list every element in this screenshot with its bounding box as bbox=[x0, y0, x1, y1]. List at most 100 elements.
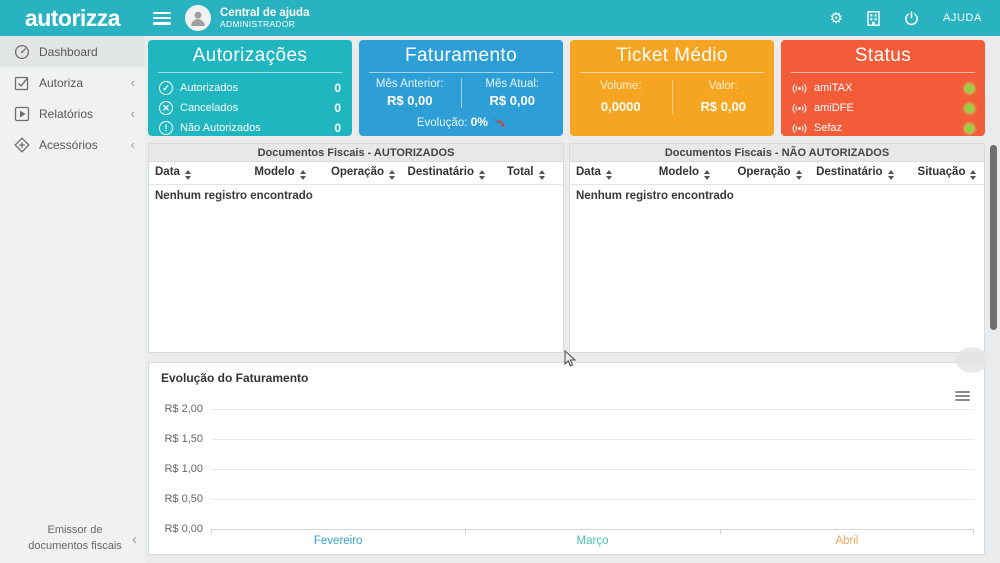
mes-atual: Mês Atual: R$ 0,00 bbox=[461, 78, 564, 108]
xtick-fevereiro: Fevereiro bbox=[211, 535, 465, 547]
chevron-left-icon: ‹ bbox=[131, 137, 135, 152]
building-icon[interactable] bbox=[867, 11, 880, 26]
sort-icon bbox=[300, 170, 306, 180]
ytick: R$ 1,00 bbox=[159, 462, 203, 476]
floating-button bbox=[956, 347, 988, 373]
table-authorized: Documentos Fiscais - AUTORIZADOS Data Mo… bbox=[148, 143, 564, 353]
main-content: Autorizações ✓ Autorizados 0 ✕ Cancelado… bbox=[145, 36, 988, 563]
sidebar-collapse[interactable]: Emissor de documentos fiscais ‹ bbox=[0, 523, 145, 555]
sidebar-item-acessorios[interactable]: Acessórios ‹ bbox=[0, 129, 145, 160]
col-data[interactable]: Data bbox=[149, 162, 248, 185]
ytick: R$ 0,50 bbox=[159, 492, 203, 506]
help-center-label: Central de ajuda bbox=[220, 7, 309, 20]
chevron-left-icon: ‹ bbox=[131, 106, 135, 121]
x-circle-icon: ✕ bbox=[159, 101, 173, 115]
gauge-icon bbox=[13, 43, 30, 60]
sort-icon bbox=[970, 170, 976, 180]
trend-down-icon bbox=[494, 118, 505, 127]
autorizados-row: ✓ Autorizados 0 bbox=[148, 78, 352, 98]
user-info[interactable]: Central de ajuda ADMINISTRADOR bbox=[220, 7, 309, 29]
sort-icon bbox=[479, 170, 485, 180]
cancelados-row: ✕ Cancelados 0 bbox=[148, 98, 352, 118]
status-online-dot bbox=[965, 104, 974, 113]
sidebar-item-label: Relatórios bbox=[39, 107, 131, 121]
col-destinatario[interactable]: Destinatário bbox=[402, 162, 501, 185]
sidebar-item-label: Dashboard bbox=[39, 45, 135, 59]
xtick-abril: Abril bbox=[720, 535, 974, 547]
mouse-cursor bbox=[564, 350, 576, 368]
col-destinatario[interactable]: Destinatário bbox=[810, 162, 911, 185]
table-title: Documentos Fiscais - NÃO AUTORIZADOS bbox=[570, 144, 984, 162]
col-operacao[interactable]: Operação bbox=[731, 162, 810, 185]
xtick-marco: Março bbox=[465, 535, 719, 547]
check-circle-icon: ✓ bbox=[159, 81, 173, 95]
evolucao: Evolução: 0% bbox=[359, 115, 563, 129]
card-faturamento: Faturamento Mês Anterior: R$ 0,00 Mês At… bbox=[359, 40, 563, 136]
table-not-authorized: Documentos Fiscais - NÃO AUTORIZADOS Dat… bbox=[569, 143, 985, 353]
menu-icon[interactable] bbox=[153, 12, 171, 25]
status-amidfe: amiDFE bbox=[781, 98, 985, 118]
x-axis-labels: Fevereiro Março Abril bbox=[211, 535, 974, 547]
chevron-left-icon: ‹ bbox=[132, 531, 137, 548]
ytick: R$ 1,50 bbox=[159, 432, 203, 446]
card-ticket-medio: Ticket Médio Volume: 0,0000 Valor: R$ 0,… bbox=[570, 40, 774, 136]
sort-icon bbox=[796, 170, 802, 180]
exclamation-circle-icon: ! bbox=[159, 121, 173, 135]
sort-icon bbox=[389, 170, 395, 180]
logo: autorizza bbox=[0, 5, 145, 32]
play-square-icon bbox=[13, 105, 30, 122]
sort-icon bbox=[606, 170, 612, 180]
ytick: R$ 2,00 bbox=[159, 402, 203, 416]
sidebar-item-dashboard[interactable]: Dashboard bbox=[0, 36, 145, 67]
empty-message: Nenhum registro encontrado bbox=[149, 185, 563, 207]
signal-icon bbox=[792, 103, 807, 114]
sidebar: Dashboard Autoriza ‹ Relatórios ‹ Acessó… bbox=[0, 36, 145, 563]
sidebar-item-autoriza[interactable]: Autoriza ‹ bbox=[0, 67, 145, 98]
sort-icon bbox=[539, 170, 545, 180]
check-square-icon bbox=[13, 74, 30, 91]
col-situacao[interactable]: Situação bbox=[912, 162, 984, 185]
plot-area bbox=[211, 409, 974, 529]
document-tables: Documentos Fiscais - AUTORIZADOS Data Mo… bbox=[148, 143, 985, 353]
chart-evolucao-faturamento: Evolução do Faturamento R$ 2,00 R$ 1,50 … bbox=[148, 362, 985, 555]
nao-autorizados-row: ! Não Autorizados 0 bbox=[148, 118, 352, 136]
col-modelo[interactable]: Modelo bbox=[248, 162, 325, 185]
vertical-scrollbar[interactable] bbox=[990, 145, 997, 330]
status-sefaz: Sefaz bbox=[781, 118, 985, 136]
sidebar-footer-line2: documentos fiscais bbox=[28, 540, 122, 552]
power-icon[interactable] bbox=[904, 11, 919, 26]
person-icon bbox=[188, 8, 208, 28]
col-data[interactable]: Data bbox=[570, 162, 653, 185]
signal-icon bbox=[792, 83, 807, 94]
card-status: Status amiTAX bbox=[781, 40, 985, 136]
ticket-volume: Volume: 0,0000 bbox=[570, 80, 672, 114]
sidebar-item-relatorios[interactable]: Relatórios ‹ bbox=[0, 98, 145, 129]
card-title: Faturamento bbox=[359, 40, 563, 67]
summary-cards: Autorizações ✓ Autorizados 0 ✕ Cancelado… bbox=[148, 40, 985, 136]
card-title: Autorizações bbox=[148, 40, 352, 67]
col-operacao[interactable]: Operação bbox=[325, 162, 402, 185]
chart-menu-icon[interactable] bbox=[955, 391, 970, 403]
cancelados-count: 0 bbox=[334, 101, 341, 115]
table-title: Documentos Fiscais - AUTORIZADOS bbox=[149, 144, 563, 162]
ticket-valor: Valor: R$ 0,00 bbox=[672, 80, 775, 114]
diamond-plus-icon bbox=[13, 136, 30, 153]
help-link[interactable]: AJUDA bbox=[943, 12, 982, 24]
col-modelo[interactable]: Modelo bbox=[653, 162, 732, 185]
nao-autorizados-count: 0 bbox=[334, 121, 341, 135]
chevron-left-icon: ‹ bbox=[131, 75, 135, 90]
mes-anterior: Mês Anterior: R$ 0,00 bbox=[359, 78, 461, 108]
user-avatar[interactable] bbox=[185, 5, 211, 31]
top-bar: autorizza Central de ajuda ADMINISTRADOR… bbox=[0, 0, 1000, 36]
signal-icon bbox=[792, 123, 807, 134]
sort-icon bbox=[888, 170, 894, 180]
card-autorizacoes: Autorizações ✓ Autorizados 0 ✕ Cancelado… bbox=[148, 40, 352, 136]
empty-message: Nenhum registro encontrado bbox=[570, 185, 984, 207]
gear-icon[interactable]: ⚙ bbox=[829, 11, 842, 26]
sidebar-item-label: Acessórios bbox=[39, 138, 131, 152]
status-online-dot bbox=[965, 84, 974, 93]
sort-icon bbox=[185, 170, 191, 180]
user-role: ADMINISTRADOR bbox=[220, 20, 309, 29]
status-amitax: amiTAX bbox=[781, 78, 985, 98]
col-total[interactable]: Total bbox=[501, 162, 563, 185]
